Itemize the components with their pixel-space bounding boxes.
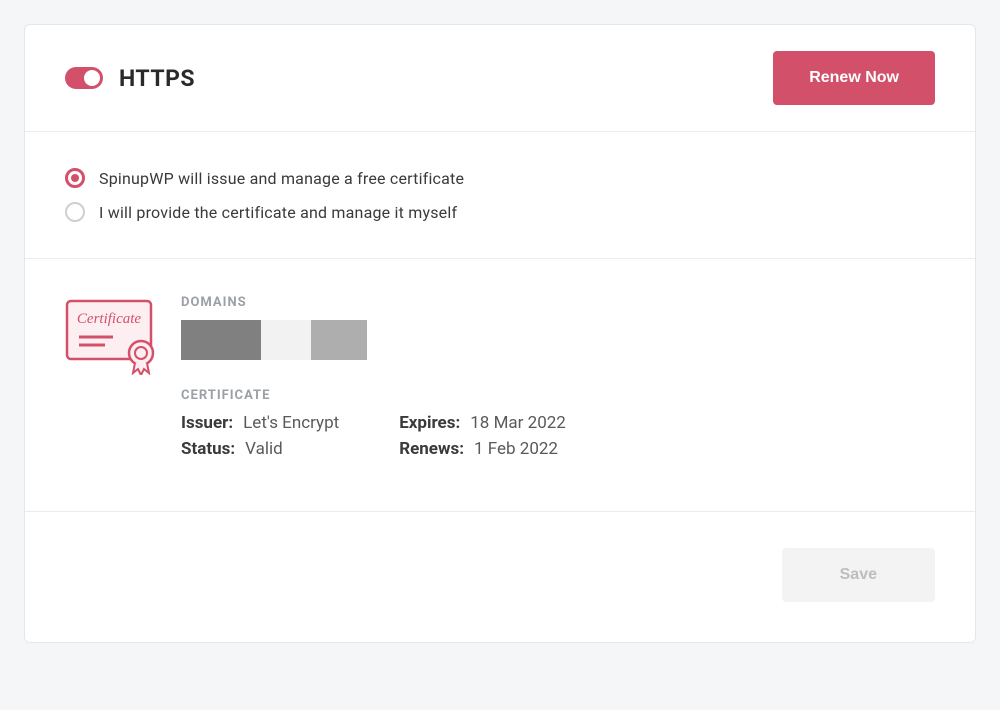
redacted-block xyxy=(181,320,261,360)
header-left: HTTPS xyxy=(65,65,195,92)
status-value: Valid xyxy=(245,439,283,459)
expires-row: Expires: 18 Mar 2022 xyxy=(399,413,566,433)
cert-col-left: Issuer: Let's Encrypt Status: Valid xyxy=(181,413,339,459)
toggle-knob xyxy=(84,70,100,86)
renews-row: Renews: 1 Feb 2022 xyxy=(399,439,566,459)
domains-label: DOMAINS xyxy=(181,295,935,310)
certificate-icon: Certificate xyxy=(65,295,161,459)
certificate-info-grid: Issuer: Let's Encrypt Status: Valid Expi… xyxy=(181,413,935,459)
domain-redacted xyxy=(181,320,935,360)
cert-col-right: Expires: 18 Mar 2022 Renews: 1 Feb 2022 xyxy=(399,413,566,459)
radio-label: SpinupWP will issue and manage a free ce… xyxy=(99,169,464,188)
https-settings-card: HTTPS Renew Now SpinupWP will issue and … xyxy=(24,24,976,643)
page-title: HTTPS xyxy=(119,65,195,92)
certificate-details: Certificate DOMAINS CERTIFICATE Issuer: xyxy=(25,259,975,512)
save-button[interactable]: Save xyxy=(782,548,935,602)
radio-dot xyxy=(71,174,79,182)
svg-text:Certificate: Certificate xyxy=(77,311,141,327)
details-content: DOMAINS CERTIFICATE Issuer: Let's Encryp… xyxy=(181,295,935,459)
status-key: Status: xyxy=(181,439,235,459)
issuer-key: Issuer: xyxy=(181,413,233,433)
radio-icon xyxy=(65,202,85,222)
renew-now-button[interactable]: Renew Now xyxy=(773,51,935,105)
issuer-value: Let's Encrypt xyxy=(243,413,339,433)
redacted-block xyxy=(261,320,311,360)
issuer-row: Issuer: Let's Encrypt xyxy=(181,413,339,433)
redacted-block xyxy=(311,320,367,360)
radio-self-managed[interactable]: I will provide the certificate and manag… xyxy=(65,202,935,222)
expires-key: Expires: xyxy=(399,413,460,433)
renews-key: Renews: xyxy=(399,439,464,459)
radio-managed[interactable]: SpinupWP will issue and manage a free ce… xyxy=(65,168,935,188)
https-toggle[interactable] xyxy=(65,67,103,89)
expires-value: 18 Mar 2022 xyxy=(470,413,566,433)
card-header: HTTPS Renew Now xyxy=(25,25,975,132)
certificate-label: CERTIFICATE xyxy=(181,388,935,403)
certificate-mode-radios: SpinupWP will issue and manage a free ce… xyxy=(25,132,975,259)
renews-value: 1 Feb 2022 xyxy=(474,439,558,459)
radio-icon xyxy=(65,168,85,188)
card-footer: Save xyxy=(25,512,975,642)
radio-label: I will provide the certificate and manag… xyxy=(99,203,457,222)
status-row: Status: Valid xyxy=(181,439,339,459)
